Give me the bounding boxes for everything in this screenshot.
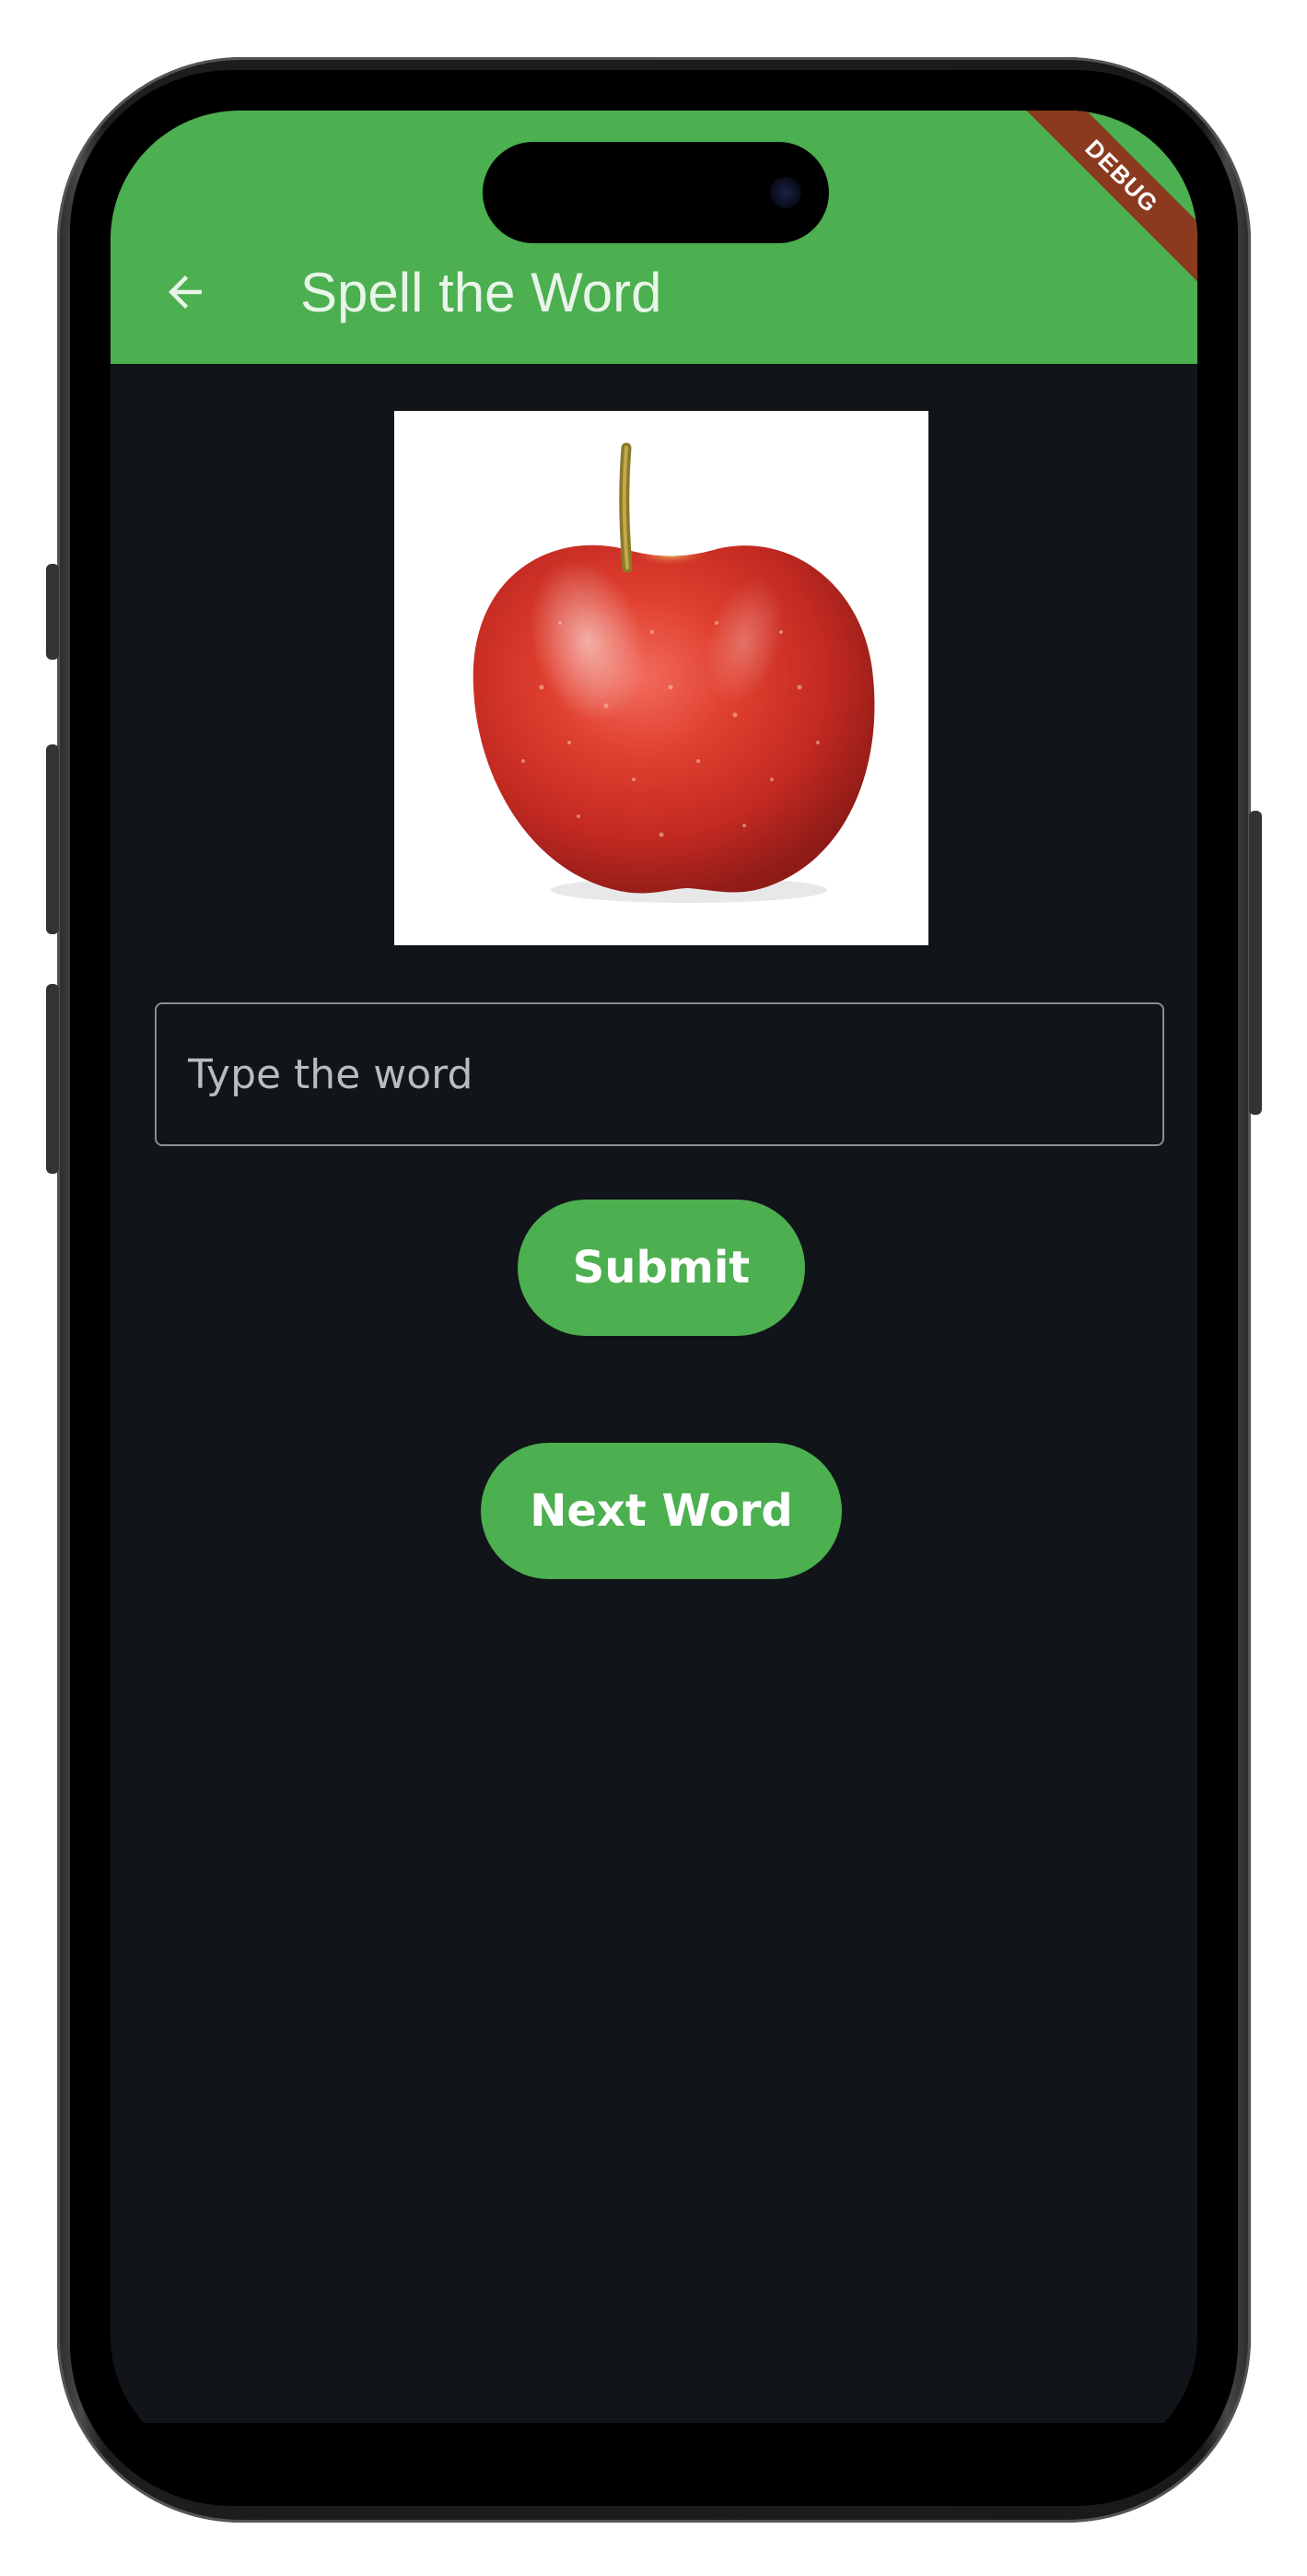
apple-image bbox=[394, 411, 928, 945]
apple-illustration bbox=[473, 442, 875, 903]
page-title: Spell the Word bbox=[300, 262, 662, 323]
debug-banner: DEBUG bbox=[1009, 111, 1197, 289]
next-word-button[interactable]: Next Word bbox=[481, 1443, 842, 1579]
action-button bbox=[46, 564, 59, 660]
submit-button[interactable]: Submit bbox=[518, 1200, 805, 1336]
volume-down-button bbox=[46, 984, 59, 1174]
arrow-left-icon bbox=[169, 275, 202, 309]
word-input[interactable] bbox=[155, 1002, 1164, 1146]
volume-up-button bbox=[46, 744, 59, 934]
dynamic-island bbox=[483, 142, 829, 243]
back-button[interactable] bbox=[153, 260, 217, 324]
app-screen: Spell the Word DEBUG Type the word Submi… bbox=[111, 111, 1197, 2465]
bottom-safe-area bbox=[111, 2423, 1197, 2465]
front-camera-icon bbox=[770, 177, 801, 208]
power-button bbox=[1249, 811, 1262, 1115]
